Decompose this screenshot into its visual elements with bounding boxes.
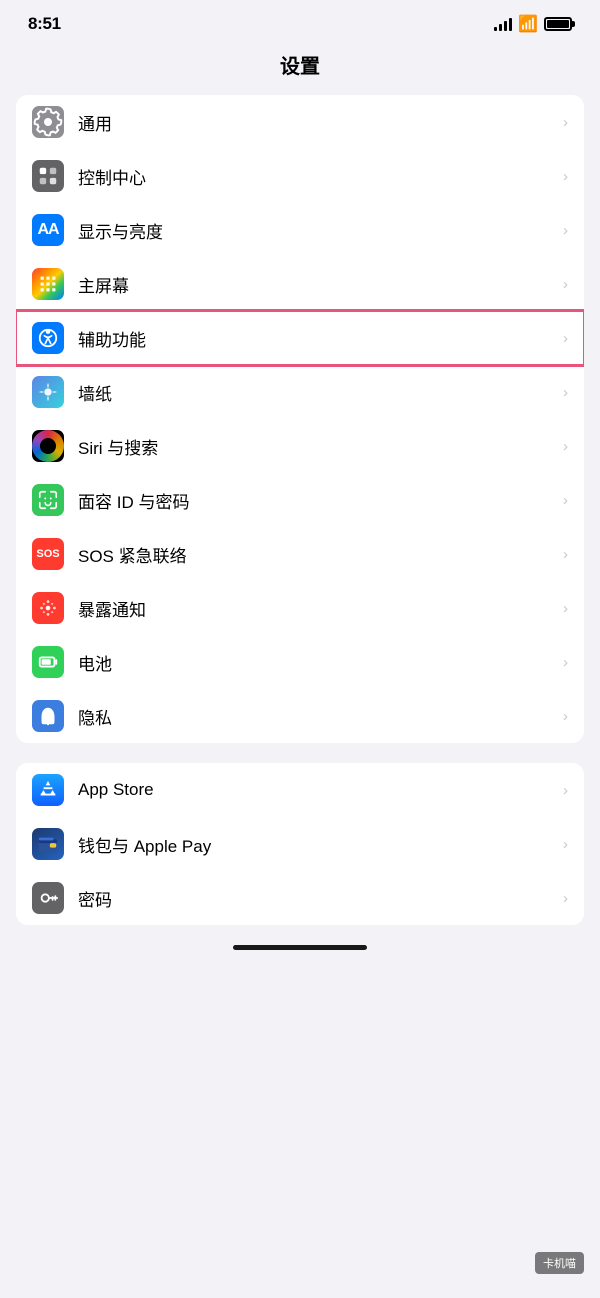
faceid-label: 面容 ID 与密码 — [78, 488, 555, 513]
settings-item-faceid[interactable]: 面容 ID 与密码 › — [16, 473, 584, 527]
settings-section-2: App Store › 钱包与 Apple Pay › 密码 › — [16, 763, 584, 925]
exposure-label: 暴露通知 — [78, 596, 555, 621]
settings-item-appstore[interactable]: App Store › — [16, 763, 584, 817]
display-icon: AA — [32, 214, 64, 246]
sos-icon: SOS — [32, 538, 64, 570]
homescreen-label: 主屏幕 — [78, 272, 555, 297]
status-time: 8:51 — [28, 14, 61, 34]
privacy-icon — [32, 700, 64, 732]
settings-item-display[interactable]: AA 显示与亮度 › — [16, 203, 584, 257]
wifi-icon: 📶 — [518, 14, 538, 34]
sos-chevron: › — [563, 546, 568, 563]
settings-item-privacy[interactable]: 隐私 › — [16, 689, 584, 743]
wallpaper-label: 墙纸 — [78, 380, 555, 405]
passwords-label: 密码 — [78, 886, 555, 911]
accessibility-icon — [32, 322, 64, 354]
general-chevron: › — [563, 114, 568, 131]
wallet-chevron: › — [563, 836, 568, 853]
settings-item-homescreen[interactable]: 主屏幕 › — [16, 257, 584, 311]
general-label: 通用 — [78, 110, 555, 135]
status-bar: 8:51 📶 — [0, 0, 600, 42]
settings-item-wallpaper[interactable]: 墙纸 › — [16, 365, 584, 419]
settings-item-general[interactable]: 通用 › — [16, 95, 584, 149]
signal-icon — [494, 17, 512, 31]
settings-item-sos[interactable]: SOS SOS 紧急联络 › — [16, 527, 584, 581]
siri-chevron: › — [563, 438, 568, 455]
faceid-icon — [32, 484, 64, 516]
privacy-chevron: › — [563, 708, 568, 725]
settings-item-battery[interactable]: 电池 › — [16, 635, 584, 689]
home-indicator — [233, 945, 367, 950]
battery-chevron: › — [563, 654, 568, 671]
siri-icon — [32, 430, 64, 462]
homescreen-icon — [32, 268, 64, 300]
battery-status-icon — [544, 17, 572, 31]
wallpaper-icon — [32, 376, 64, 408]
appstore-icon — [32, 774, 64, 806]
wallet-label: 钱包与 Apple Pay — [78, 832, 555, 857]
accessibility-label: 辅助功能 — [78, 326, 555, 351]
control-center-icon — [32, 160, 64, 192]
homescreen-chevron: › — [563, 276, 568, 293]
settings-item-passwords[interactable]: 密码 › — [16, 871, 584, 925]
faceid-chevron: › — [563, 492, 568, 509]
appstore-chevron: › — [563, 782, 568, 799]
control-center-chevron: › — [563, 168, 568, 185]
control-center-label: 控制中心 — [78, 164, 555, 189]
accessibility-chevron: › — [563, 330, 568, 347]
display-label: 显示与亮度 — [78, 218, 555, 243]
settings-item-wallet[interactable]: 钱包与 Apple Pay › — [16, 817, 584, 871]
wallet-icon — [32, 828, 64, 860]
status-icons: 📶 — [494, 14, 572, 34]
page-title: 设置 — [0, 42, 600, 95]
settings-item-control-center[interactable]: 控制中心 › — [16, 149, 584, 203]
appstore-label: App Store — [78, 780, 555, 800]
general-icon — [32, 106, 64, 138]
exposure-chevron: › — [563, 600, 568, 617]
privacy-label: 隐私 — [78, 704, 555, 729]
display-chevron: › — [563, 222, 568, 239]
settings-section-1: 通用 › 控制中心 › AA 显示与亮度 › — [16, 95, 584, 743]
sos-label: SOS 紧急联络 — [78, 542, 555, 567]
battery-icon — [32, 646, 64, 678]
passwords-icon — [32, 882, 64, 914]
battery-label: 电池 — [78, 650, 555, 675]
settings-item-siri[interactable]: Siri 与搜索 › — [16, 419, 584, 473]
exposure-icon — [32, 592, 64, 624]
settings-item-exposure[interactable]: 暴露通知 › — [16, 581, 584, 635]
wallpaper-chevron: › — [563, 384, 568, 401]
siri-label: Siri 与搜索 — [78, 434, 555, 459]
watermark: 卡机喵 — [535, 1252, 584, 1274]
passwords-chevron: › — [563, 890, 568, 907]
settings-item-accessibility[interactable]: 辅助功能 › — [16, 311, 584, 365]
